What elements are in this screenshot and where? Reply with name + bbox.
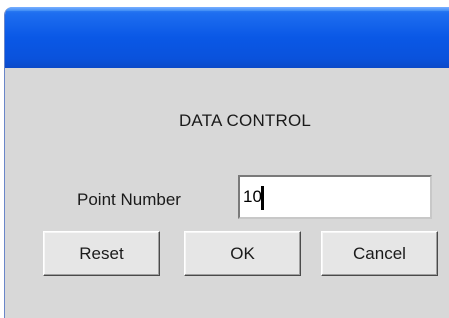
point-number-input[interactable] (238, 175, 432, 219)
title-bar-highlight (5, 7, 449, 11)
point-number-label: Point Number (77, 190, 181, 209)
title-bar[interactable] (5, 7, 449, 68)
cancel-button[interactable]: Cancel (321, 231, 438, 276)
text-caret (261, 186, 264, 210)
dialog-window: DATA CONTROL Point Number Reset OK Cance… (4, 7, 449, 318)
dialog-heading: DATA CONTROL (178, 111, 312, 130)
ok-button[interactable]: OK (184, 231, 301, 276)
reset-button[interactable]: Reset (43, 231, 160, 276)
